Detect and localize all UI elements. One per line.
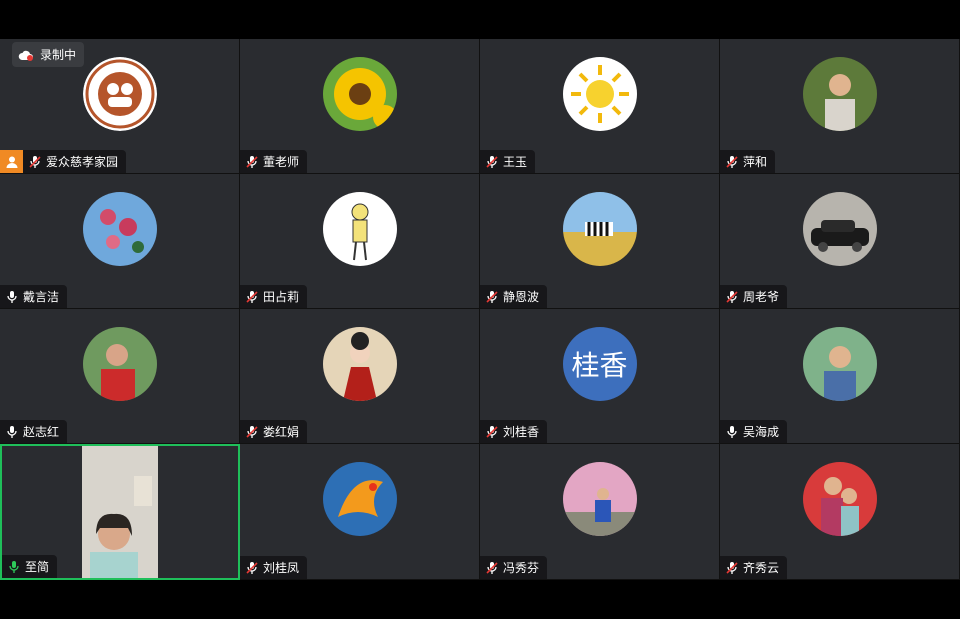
participant-name: 刘桂凤 bbox=[263, 561, 300, 575]
avatar: 桂香 bbox=[562, 327, 637, 401]
mic-muted-icon bbox=[720, 150, 743, 173]
mic-muted-icon bbox=[240, 420, 263, 443]
avatar bbox=[562, 462, 637, 536]
avatar bbox=[802, 192, 877, 266]
avatar bbox=[82, 57, 157, 131]
participant-name-bar: 爱众慈孝家园 bbox=[0, 150, 127, 173]
participant-name: 戴言洁 bbox=[23, 290, 60, 304]
recording-label: 录制中 bbox=[40, 48, 77, 62]
participant-tile[interactable]: 娄红娟 bbox=[240, 309, 480, 444]
participant-name: 王玉 bbox=[503, 155, 528, 169]
participant-tile[interactable]: 静恩波 bbox=[480, 174, 720, 309]
mic-muted-icon bbox=[480, 556, 503, 579]
video-feed bbox=[82, 446, 158, 578]
mic-muted-icon bbox=[240, 150, 263, 173]
recording-indicator[interactable]: 录制中 bbox=[12, 42, 85, 67]
participant-tile[interactable]: 萍和 bbox=[720, 39, 960, 174]
avatar bbox=[82, 327, 157, 401]
avatar bbox=[322, 57, 397, 131]
participant-name: 冯秀芬 bbox=[503, 561, 540, 575]
participant-name-bar: 萍和 bbox=[720, 150, 776, 173]
avatar bbox=[802, 462, 877, 536]
participant-tile[interactable]: 至简 bbox=[0, 444, 240, 580]
participant-name-bar: 周老爷 bbox=[720, 285, 788, 308]
participant-name-bar: 冯秀芬 bbox=[480, 556, 548, 579]
avatar bbox=[802, 327, 877, 401]
participant-tile[interactable]: 冯秀芬 bbox=[480, 444, 720, 580]
mic-icon bbox=[2, 555, 25, 578]
participant-name: 静恩波 bbox=[503, 290, 540, 304]
bottom-bar bbox=[0, 580, 960, 619]
record-dot bbox=[27, 55, 33, 61]
participant-grid: 爱众慈孝家园 董老师 王玉 萍和 戴言洁 田占莉 静恩波 周老爷 赵志红 娄红娟 桂香 刘桂香 吴海成至… bbox=[0, 39, 960, 580]
avatar bbox=[322, 462, 397, 536]
participant-tile[interactable]: 吴海成 bbox=[720, 309, 960, 444]
mic-icon bbox=[0, 420, 23, 443]
avatar bbox=[322, 192, 397, 266]
participant-name-bar: 齐秀云 bbox=[720, 556, 788, 579]
participant-tile[interactable]: 赵志红 bbox=[0, 309, 240, 444]
participant-tile[interactable]: 周老爷 bbox=[720, 174, 960, 309]
mic-muted-icon bbox=[23, 150, 46, 173]
participant-tile[interactable]: 董老师 bbox=[240, 39, 480, 174]
host-icon bbox=[0, 150, 23, 173]
mic-muted-icon bbox=[240, 285, 263, 308]
participant-name: 吴海成 bbox=[743, 425, 780, 439]
participant-name-bar: 田占莉 bbox=[240, 285, 308, 308]
mic-muted-icon bbox=[240, 556, 263, 579]
participant-name: 刘桂香 bbox=[503, 425, 540, 439]
mic-muted-icon bbox=[480, 150, 503, 173]
mic-muted-icon bbox=[480, 285, 503, 308]
participant-tile[interactable]: 王玉 bbox=[480, 39, 720, 174]
participant-name-bar: 赵志红 bbox=[0, 420, 68, 443]
participant-name: 赵志红 bbox=[23, 425, 60, 439]
participant-name-bar: 静恩波 bbox=[480, 285, 548, 308]
participant-tile[interactable]: 桂香刘桂香 bbox=[480, 309, 720, 444]
participant-name: 至简 bbox=[25, 560, 50, 574]
mic-icon bbox=[720, 420, 743, 443]
participant-name: 娄红娟 bbox=[263, 425, 300, 439]
avatar bbox=[562, 192, 637, 266]
avatar bbox=[322, 327, 397, 401]
participant-name: 周老爷 bbox=[743, 290, 780, 304]
participant-name-bar: 至简 bbox=[2, 555, 58, 578]
avatar bbox=[802, 57, 877, 131]
participant-tile[interactable]: 刘桂凤 bbox=[240, 444, 480, 580]
participant-name: 爱众慈孝家园 bbox=[46, 155, 119, 169]
participant-name: 董老师 bbox=[263, 155, 300, 169]
mic-icon bbox=[0, 285, 23, 308]
participant-name-bar: 戴言洁 bbox=[0, 285, 68, 308]
participant-tile[interactable]: 田占莉 bbox=[240, 174, 480, 309]
participant-name-bar: 董老师 bbox=[240, 150, 308, 173]
avatar bbox=[562, 57, 637, 131]
participant-name: 齐秀云 bbox=[743, 561, 780, 575]
participant-name-bar: 娄红娟 bbox=[240, 420, 308, 443]
mic-muted-icon bbox=[720, 556, 743, 579]
participant-name-bar: 刘桂凤 bbox=[240, 556, 308, 579]
participant-tile[interactable]: 戴言洁 bbox=[0, 174, 240, 309]
mic-muted-icon bbox=[720, 285, 743, 308]
avatar bbox=[82, 192, 157, 266]
participant-tile[interactable]: 齐秀云 bbox=[720, 444, 960, 580]
participant-name-bar: 王玉 bbox=[480, 150, 536, 173]
participant-name: 萍和 bbox=[743, 155, 768, 169]
participant-name-bar: 吴海成 bbox=[720, 420, 788, 443]
mic-muted-icon bbox=[480, 420, 503, 443]
top-bar bbox=[0, 0, 960, 39]
participant-name: 田占莉 bbox=[263, 290, 300, 304]
participant-name-bar: 刘桂香 bbox=[480, 420, 548, 443]
